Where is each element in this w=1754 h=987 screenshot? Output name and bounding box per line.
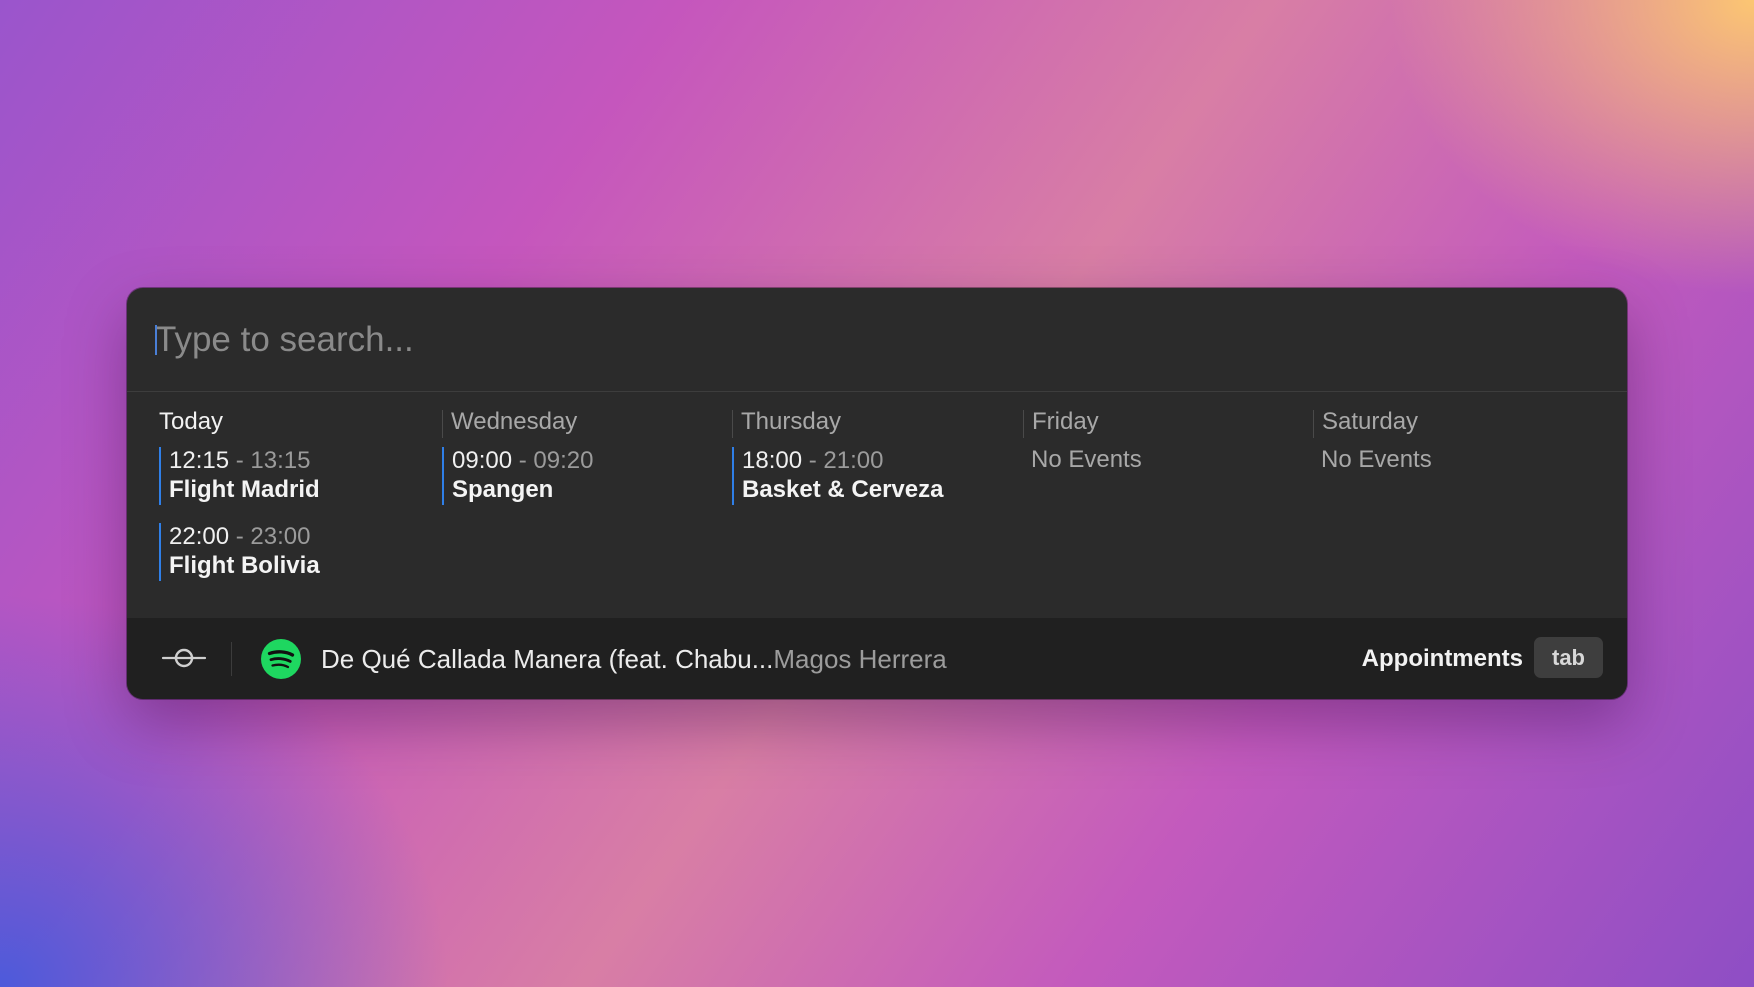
track-artist: Magos Herrera [773,644,947,674]
footer-bar: De Qué Callada Manera (feat. Chabu...Mag… [127,618,1627,699]
event-start: 18:00 [742,447,803,474]
event-time: 12:15 - 13:15 [169,447,419,475]
event-time: 09:00 - 09:20 [452,447,702,475]
column-divider [732,410,733,438]
search-bar [127,288,1627,392]
event-start: 22:00 [169,523,230,550]
footer-divider [231,642,232,676]
event-item[interactable]: 12:15 - 13:15 Flight Madrid [159,447,419,505]
time-separator: - [808,447,817,474]
now-playing[interactable]: De Qué Callada Manera (feat. Chabu...Mag… [321,644,947,674]
day-column-friday: Friday No Events [1023,408,1293,598]
tab-key-hint[interactable]: tab [1534,637,1603,678]
track-title: De Qué Callada Manera (feat. Chabu... [321,644,774,674]
event-title: Spangen [452,476,554,503]
search-input[interactable] [153,308,1595,372]
time-separator: - [235,447,244,474]
event-start: 09:00 [452,447,513,474]
day-column-saturday: Saturday No Events [1313,408,1583,598]
no-events-label: No Events [1321,446,1432,473]
event-item[interactable]: 09:00 - 09:20 Spangen [442,447,702,505]
appointments-action[interactable]: Appointments [1362,644,1523,674]
day-heading: Friday [1032,408,1099,435]
day-column-thursday: Thursday 18:00 - 21:00 Basket & Cerveza [732,408,1012,598]
calendar-week-view: Today 12:15 - 13:15 Flight Madrid 22:00 … [127,392,1627,605]
time-separator: - [235,523,244,550]
column-divider [1023,410,1024,438]
column-divider [1313,410,1314,438]
event-end: 21:00 [823,447,884,474]
event-end: 09:20 [533,447,594,474]
day-heading: Wednesday [451,408,578,435]
day-column-wednesday: Wednesday 09:00 - 09:20 Spangen [442,408,712,598]
time-separator: - [518,447,527,474]
column-divider [442,410,443,438]
day-heading: Today [159,408,224,435]
event-item[interactable]: 18:00 - 21:00 Basket & Cerveza [732,447,992,505]
spotify-icon[interactable] [260,638,302,680]
event-title: Flight Madrid [169,476,320,503]
event-time: 18:00 - 21:00 [742,447,992,475]
event-end: 23:00 [250,523,311,550]
event-title: Flight Bolivia [169,552,320,579]
day-column-today: Today 12:15 - 13:15 Flight Madrid 22:00 … [159,408,419,598]
event-time: 22:00 - 23:00 [169,523,419,551]
text-caret [155,325,157,355]
launcher-window: Today 12:15 - 13:15 Flight Madrid 22:00 … [127,288,1627,699]
event-title: Basket & Cerveza [742,476,944,503]
event-start: 12:15 [169,447,230,474]
day-heading: Saturday [1322,408,1419,435]
day-heading: Thursday [741,408,842,435]
event-end: 13:15 [250,447,311,474]
command-icon[interactable] [161,641,207,675]
event-item[interactable]: 22:00 - 23:00 Flight Bolivia [159,523,419,581]
no-events-label: No Events [1031,446,1142,473]
